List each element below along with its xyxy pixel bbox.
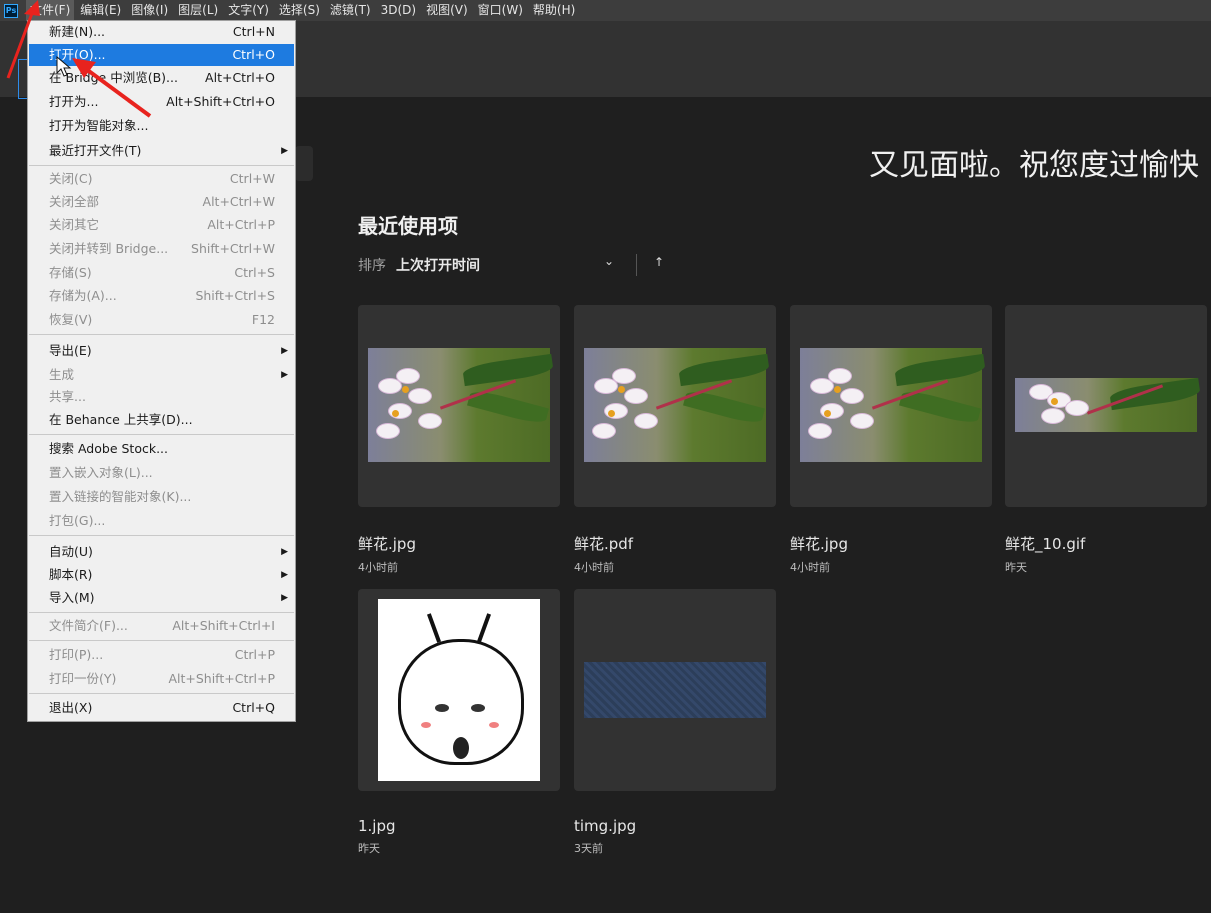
menu-file[interactable]: 文件(F) bbox=[26, 0, 75, 21]
menu-view[interactable]: 视图(V) bbox=[422, 0, 472, 21]
file-time: 昨天 bbox=[358, 842, 380, 855]
menu-item-save-as[interactable]: 存储为(A)... Shift+Ctrl+S bbox=[29, 285, 294, 307]
menu-item-print-one[interactable]: 打印一份(Y) Alt+Shift+Ctrl+P bbox=[29, 668, 294, 690]
menu-item-close-go-bridge[interactable]: 关闭并转到 Bridge... Shift+Ctrl+W bbox=[29, 238, 294, 260]
file-thumbnail[interactable] bbox=[790, 305, 992, 507]
flower-image bbox=[1015, 377, 1201, 432]
menu-edit[interactable]: 编辑(E) bbox=[76, 0, 125, 21]
sort-ascending-icon[interactable]: ↑ bbox=[654, 255, 664, 269]
menu-item-generate[interactable]: 生成 ▶ bbox=[29, 364, 294, 386]
submenu-arrow-icon: ▶ bbox=[281, 570, 288, 580]
file-thumbnail[interactable] bbox=[358, 305, 560, 507]
flower-image bbox=[368, 348, 554, 462]
menu-item-place-linked[interactable]: 置入链接的智能对象(K)... bbox=[29, 486, 294, 508]
menu-item-browse-bridge[interactable]: 在 Bridge 中浏览(B)... Alt+Ctrl+O bbox=[29, 67, 294, 89]
menu-filter[interactable]: 滤镜(T) bbox=[326, 0, 375, 21]
recent-file-card[interactable]: timg.jpg 3天前 bbox=[574, 589, 776, 856]
sort-dropdown[interactable]: 上次打开时间 bbox=[396, 255, 480, 275]
recent-file-card[interactable]: 1.jpg 昨天 bbox=[358, 589, 560, 856]
menu-item-close-all[interactable]: 关闭全部 Alt+Ctrl+W bbox=[29, 191, 294, 213]
submenu-arrow-icon: ▶ bbox=[281, 346, 288, 356]
menu-item-open-as[interactable]: 打开为... Alt+Shift+Ctrl+O bbox=[29, 91, 294, 113]
submenu-arrow-icon: ▶ bbox=[281, 146, 288, 156]
menu-item-new[interactable]: 新建(N)... Ctrl+N bbox=[29, 21, 294, 43]
side-panel-tab[interactable] bbox=[295, 146, 313, 181]
file-menu-dropdown: 新建(N)... Ctrl+N 打开(O)... Ctrl+O 在 Bridge 中… bbox=[27, 20, 296, 722]
flower-image bbox=[584, 348, 770, 462]
menu-layer[interactable]: 图层(L) bbox=[174, 0, 222, 21]
menu-item-export[interactable]: 导出(E) ▶ bbox=[29, 340, 294, 362]
menu-item-exit[interactable]: 退出(X) Ctrl+Q bbox=[29, 697, 294, 719]
menu-item-save[interactable]: 存储(S) Ctrl+S bbox=[29, 262, 294, 284]
recent-file-card[interactable]: 鲜花.pdf 4小时前 bbox=[574, 305, 776, 575]
flower-image bbox=[800, 348, 986, 462]
menu-item-recent-files[interactable]: 最近打开文件(T) ▶ bbox=[29, 140, 294, 162]
menu-image[interactable]: 图像(I) bbox=[127, 0, 172, 21]
menu-type[interactable]: 文字(Y) bbox=[224, 0, 273, 21]
file-name: 鲜花_10.gif bbox=[1005, 535, 1086, 553]
fabric-image bbox=[584, 662, 766, 718]
meme-image bbox=[378, 599, 540, 781]
recent-file-card[interactable]: 鲜花.jpg 4小时前 bbox=[790, 305, 992, 575]
menu-item-print[interactable]: 打印(P)... Ctrl+P bbox=[29, 644, 294, 666]
recent-file-card[interactable]: 鲜花_10.gif 昨天 bbox=[1005, 305, 1207, 575]
menu-bar: Ps 文件(F) 编辑(E) 图像(I) 图层(L) 文字(Y) 选择(S) 滤… bbox=[0, 0, 1211, 21]
welcome-heading: 又见面啦。祝您度过愉快 bbox=[869, 148, 1199, 183]
file-name: 鲜花.jpg bbox=[358, 535, 416, 553]
menu-item-open-smart-object[interactable]: 打开为智能对象... bbox=[29, 115, 294, 137]
sort-divider bbox=[636, 254, 637, 276]
recent-title: 最近使用项 bbox=[358, 214, 458, 238]
file-time: 4小时前 bbox=[790, 561, 830, 574]
menu-help[interactable]: 帮助(H) bbox=[529, 0, 579, 21]
file-name: 鲜花.pdf bbox=[574, 535, 634, 553]
submenu-arrow-icon: ▶ bbox=[281, 593, 288, 603]
menu-select[interactable]: 选择(S) bbox=[275, 0, 324, 21]
file-name: timg.jpg bbox=[574, 817, 637, 835]
sort-bar: 排序 上次打开时间 ⌄ ↑ bbox=[358, 254, 678, 276]
file-thumbnail[interactable] bbox=[574, 589, 776, 791]
menu-item-scripts[interactable]: 脚本(R) ▶ bbox=[29, 564, 294, 586]
submenu-arrow-icon: ▶ bbox=[281, 547, 288, 557]
menu-item-share[interactable]: 共享... bbox=[29, 386, 294, 408]
menu-window[interactable]: 窗口(W) bbox=[474, 0, 527, 21]
menu-item-package[interactable]: 打包(G)... bbox=[29, 510, 294, 532]
file-thumbnail[interactable] bbox=[574, 305, 776, 507]
menu-item-search-stock[interactable]: 搜索 Adobe Stock... bbox=[29, 438, 294, 460]
menu-3d[interactable]: 3D(D) bbox=[377, 0, 420, 21]
menu-item-automate[interactable]: 自动(U) ▶ bbox=[29, 541, 294, 563]
recent-file-card[interactable]: 鲜花.jpg 4小时前 bbox=[358, 305, 560, 575]
menu-item-revert[interactable]: 恢复(V) F12 bbox=[29, 309, 294, 331]
menu-item-open[interactable]: 打开(O)... Ctrl+O bbox=[29, 44, 294, 66]
file-time: 3天前 bbox=[574, 842, 603, 855]
menu-item-share-behance[interactable]: 在 Behance 上共享(D)... bbox=[29, 409, 294, 431]
menu-item-import[interactable]: 导入(M) ▶ bbox=[29, 587, 294, 609]
menu-item-close[interactable]: 关闭(C) Ctrl+W bbox=[29, 168, 294, 190]
file-name: 鲜花.jpg bbox=[790, 535, 848, 553]
file-time: 4小时前 bbox=[574, 561, 614, 574]
file-thumbnail[interactable] bbox=[1005, 305, 1207, 507]
file-thumbnail[interactable] bbox=[358, 589, 560, 791]
submenu-arrow-icon: ▶ bbox=[281, 370, 288, 380]
photoshop-logo-icon: Ps bbox=[4, 3, 18, 18]
menu-item-place-embedded[interactable]: 置入嵌入对象(L)... bbox=[29, 462, 294, 484]
sort-label: 排序 bbox=[358, 258, 386, 274]
file-time: 4小时前 bbox=[358, 561, 398, 574]
file-time: 昨天 bbox=[1005, 561, 1027, 574]
menu-item-close-others[interactable]: 关闭其它 Alt+Ctrl+P bbox=[29, 214, 294, 236]
file-name: 1.jpg bbox=[358, 817, 396, 835]
chevron-down-icon[interactable]: ⌄ bbox=[604, 254, 614, 268]
menu-item-file-info[interactable]: 文件简介(F)... Alt+Shift+Ctrl+I bbox=[29, 615, 294, 637]
